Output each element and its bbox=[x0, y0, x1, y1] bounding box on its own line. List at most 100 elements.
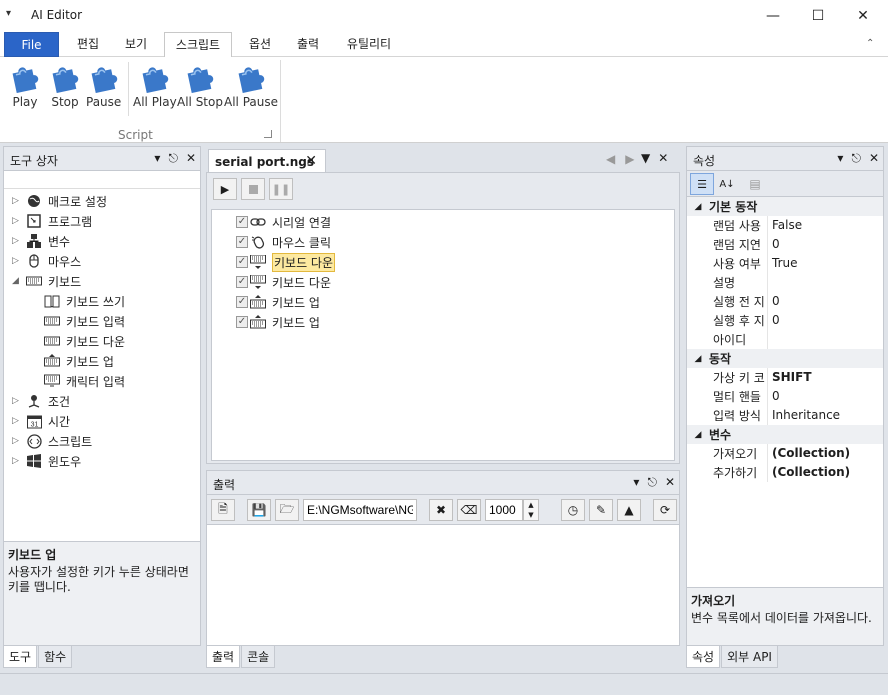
categorized-button[interactable]: ☰ bbox=[690, 173, 714, 195]
system-menu-icon[interactable]: ▾ bbox=[6, 8, 16, 19]
tab-view[interactable]: 보기 bbox=[116, 32, 156, 57]
collapse-ribbon-icon[interactable]: ⌃ bbox=[866, 38, 874, 49]
collapse-arrow-icon[interactable]: ◢ bbox=[12, 276, 26, 286]
close-button[interactable]: ✕ bbox=[840, 0, 886, 32]
property-row[interactable]: 아이디 bbox=[687, 330, 883, 349]
collapse-icon[interactable]: ◢ bbox=[687, 202, 709, 212]
expand-arrow-icon[interactable]: ▷ bbox=[12, 196, 26, 206]
property-pages-button[interactable]: ▤ bbox=[743, 173, 767, 195]
script-item[interactable]: ✓ 키보드 업 bbox=[236, 312, 320, 332]
editor-stop-button[interactable] bbox=[241, 178, 265, 200]
property-value[interactable]: 0 bbox=[767, 311, 780, 330]
editor-pause-button[interactable]: ❚❚ bbox=[269, 178, 293, 200]
tree-item-script[interactable]: ▷ 스크립트 bbox=[12, 431, 92, 451]
timestamp-button[interactable]: ◷ bbox=[561, 499, 585, 521]
tab-edit[interactable]: 편집 bbox=[68, 32, 108, 57]
close-icon[interactable]: ✕ bbox=[658, 151, 668, 165]
scroll-left-icon[interactable]: ◀ bbox=[606, 152, 615, 166]
all-pause-button[interactable]: All Pause bbox=[224, 61, 278, 109]
dropdown-icon[interactable]: ▾ bbox=[837, 151, 843, 166]
property-value[interactable]: 0 bbox=[767, 292, 780, 311]
property-category[interactable]: ◢ 변수 bbox=[687, 425, 883, 444]
expand-arrow-icon[interactable]: ▷ bbox=[12, 456, 26, 466]
property-row[interactable]: 가져오기 (Collection) bbox=[687, 444, 883, 463]
minimize-button[interactable]: — bbox=[750, 0, 796, 32]
tree-item-macro[interactable]: ▷ 매크로 설정 bbox=[12, 191, 107, 211]
tab-utility[interactable]: 유틸리티 bbox=[338, 32, 400, 57]
tab-script[interactable]: 스크립트 bbox=[164, 32, 232, 58]
tree-item-keyboard-input[interactable]: 키보드 입력 bbox=[44, 311, 125, 331]
tree-item-window[interactable]: ▷ 윈도우 bbox=[12, 451, 81, 471]
property-category[interactable]: ◢ 기본 동작 bbox=[687, 197, 883, 216]
tab-console[interactable]: 콘솔 bbox=[241, 646, 276, 668]
tree-item-mouse[interactable]: ▷ 마우스 bbox=[12, 251, 81, 271]
expand-arrow-icon[interactable]: ▷ bbox=[12, 436, 26, 446]
property-row[interactable]: 입력 방식 Inheritance bbox=[687, 406, 883, 425]
item-checkbox[interactable]: ✓ bbox=[236, 256, 248, 268]
close-icon[interactable]: ✕ bbox=[869, 151, 879, 166]
new-log-button[interactable]: 🗎 bbox=[211, 499, 235, 521]
script-item[interactable]: ✓ 키보드 다운 bbox=[236, 272, 331, 292]
property-value[interactable]: Inheritance bbox=[767, 406, 840, 425]
alphabetical-button[interactable]: A↓ bbox=[715, 173, 739, 195]
property-row[interactable]: 가상 키 코 SHIFT bbox=[687, 368, 883, 387]
property-row[interactable]: 설명 bbox=[687, 273, 883, 292]
property-row[interactable]: 랜덤 사용 False bbox=[687, 216, 883, 235]
property-value[interactable] bbox=[767, 330, 772, 349]
tab-external-api[interactable]: 외부 API bbox=[721, 646, 778, 668]
close-icon[interactable]: ✕ bbox=[665, 475, 675, 490]
property-row[interactable]: 사용 여부 True bbox=[687, 254, 883, 273]
property-row[interactable]: 멀티 핸들 0 bbox=[687, 387, 883, 406]
close-icon[interactable]: ✕ bbox=[186, 151, 196, 166]
tree-item-condition[interactable]: ▷ 조건 bbox=[12, 391, 70, 411]
expand-arrow-icon[interactable]: ▷ bbox=[12, 236, 26, 246]
all-stop-button[interactable]: All Stop bbox=[177, 61, 223, 109]
pause-button[interactable]: Pause bbox=[86, 61, 121, 109]
property-row[interactable]: 실행 전 지0 bbox=[687, 292, 883, 311]
document-tab[interactable]: serial port.ngs ✕ bbox=[208, 149, 326, 173]
property-value[interactable]: False bbox=[767, 216, 802, 235]
pen-color-button[interactable]: ✎ bbox=[589, 499, 613, 521]
pin-icon[interactable]: ⎋ bbox=[647, 475, 657, 490]
fill-color-button[interactable]: ▲ bbox=[617, 499, 641, 521]
dropdown-icon[interactable]: ▾ bbox=[633, 475, 639, 490]
item-checkbox[interactable]: ✓ bbox=[236, 316, 248, 328]
tab-options[interactable]: 옵션 bbox=[240, 32, 280, 57]
script-item-selected[interactable]: ✓ 키보드 다운 bbox=[236, 252, 336, 272]
item-checkbox[interactable]: ✓ bbox=[236, 236, 248, 248]
property-category[interactable]: ◢ 동작 bbox=[687, 349, 883, 368]
line-count-input[interactable] bbox=[485, 499, 523, 521]
tree-item-program[interactable]: ▷ 프로그램 bbox=[12, 211, 92, 231]
tree-item-keyboard-up[interactable]: 키보드 업 bbox=[44, 351, 114, 371]
eraser-button[interactable]: ⌫ bbox=[457, 499, 481, 521]
clear-style-button[interactable]: ✖ bbox=[429, 499, 453, 521]
tab-properties[interactable]: 속성 bbox=[686, 646, 721, 668]
collapse-icon[interactable]: ◢ bbox=[687, 430, 709, 440]
property-value[interactable] bbox=[767, 273, 772, 292]
property-value[interactable]: (Collection) bbox=[767, 444, 850, 463]
stop-button[interactable]: Stop bbox=[48, 61, 82, 109]
pin-icon[interactable]: ⎋ bbox=[168, 151, 178, 166]
property-row[interactable]: 추가하기 (Collection) bbox=[687, 463, 883, 482]
dialog-launcher-icon[interactable] bbox=[264, 130, 272, 138]
refresh-button[interactable]: ⟳ bbox=[653, 499, 677, 521]
save-button[interactable]: 💾 bbox=[247, 499, 271, 521]
property-value[interactable]: SHIFT bbox=[767, 368, 812, 387]
expand-arrow-icon[interactable]: ▷ bbox=[12, 416, 26, 426]
editor-play-button[interactable]: ▶ bbox=[213, 178, 237, 200]
tree-item-keyboard[interactable]: ◢ 키보드 bbox=[12, 271, 81, 291]
tree-item-time[interactable]: ▷ 31 시간 bbox=[12, 411, 70, 431]
tree-item-character-input[interactable]: 캐릭터 입력 bbox=[44, 371, 125, 391]
log-path-input[interactable] bbox=[303, 499, 417, 521]
output-log-area[interactable] bbox=[207, 526, 679, 645]
expand-arrow-icon[interactable]: ▷ bbox=[12, 216, 26, 226]
property-row[interactable]: 랜덤 지연 0 bbox=[687, 235, 883, 254]
expand-arrow-icon[interactable]: ▷ bbox=[12, 396, 26, 406]
item-checkbox[interactable]: ✓ bbox=[236, 296, 248, 308]
property-value[interactable]: 0 bbox=[767, 387, 780, 406]
script-item[interactable]: ✓ 키보드 업 bbox=[236, 292, 320, 312]
scroll-right-icon[interactable]: ▶ bbox=[625, 152, 634, 166]
property-value[interactable]: (Collection) bbox=[767, 463, 850, 482]
property-value[interactable]: True bbox=[767, 254, 798, 273]
tab-tools[interactable]: 도구 bbox=[3, 646, 38, 668]
